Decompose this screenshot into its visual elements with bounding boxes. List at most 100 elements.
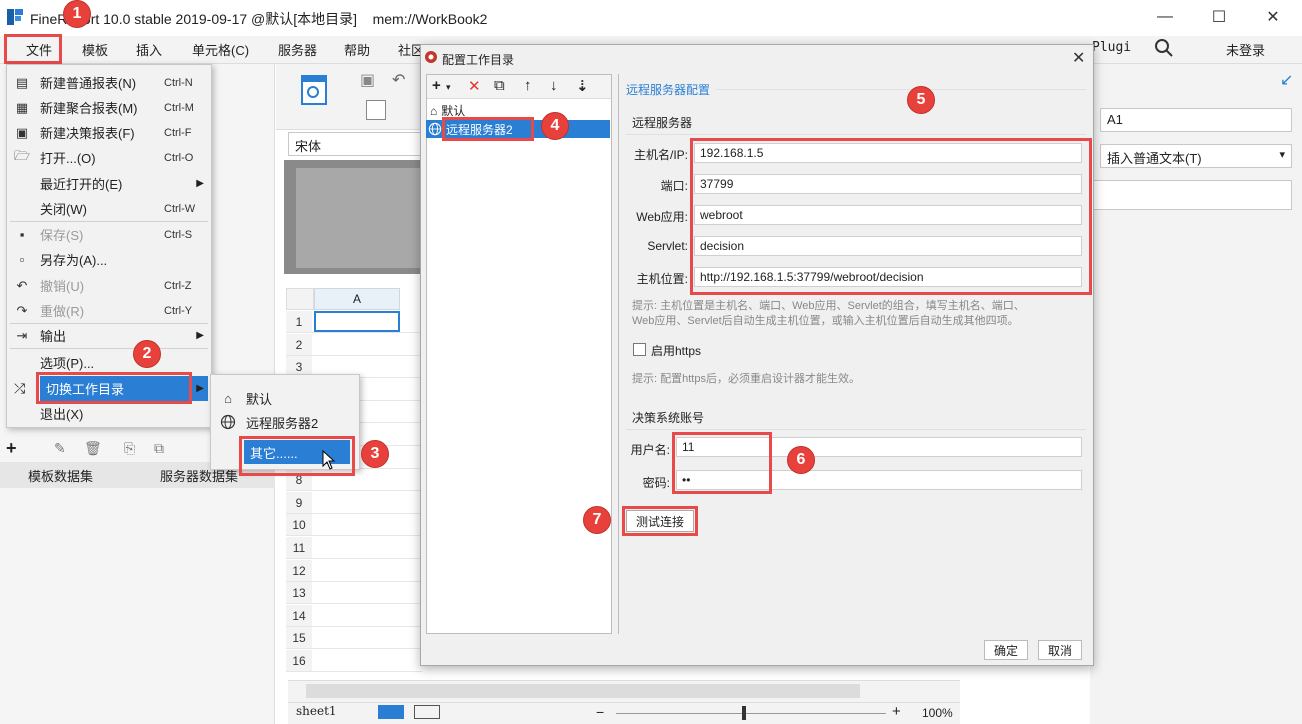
file-menu-item[interactable]: ▣ 新建决策报表(F) Ctrl-F [12, 120, 208, 145]
menu-insert[interactable]: 插入 [136, 40, 162, 59]
selected-cell[interactable] [314, 311, 400, 332]
edit-icon[interactable]: ✎ [54, 440, 66, 457]
insert-type-select[interactable]: 插入普通文本(T) ▾ [1100, 144, 1292, 168]
dialog-close-button[interactable]: ✕ [1072, 48, 1085, 68]
save-toolbar-icon[interactable]: ▣ [360, 70, 375, 90]
add-icon[interactable]: + [6, 438, 17, 459]
globe-icon [428, 122, 442, 136]
sort-icon[interactable]: ⇣ [576, 77, 589, 95]
search-icon[interactable] [1154, 38, 1174, 61]
submenu-default[interactable]: ⌂ 默认 [218, 386, 354, 410]
submenu-remote-label: 远程服务器2 [246, 415, 319, 431]
grid-row[interactable] [312, 492, 422, 514]
column-header-a[interactable]: A [314, 288, 400, 310]
close-window-button[interactable]: ✕ [1250, 0, 1296, 34]
menu-server[interactable]: 服务器 [278, 40, 317, 59]
grid-row[interactable] [312, 605, 422, 627]
cancel-button[interactable]: 取消 [1038, 640, 1082, 660]
maximize-button[interactable]: ☐ [1196, 0, 1242, 34]
row-header[interactable]: 16 [286, 650, 312, 672]
plugin-menu[interactable]: Plugi [1092, 40, 1131, 55]
file-menu-item[interactable]: ▪ 保存(S) Ctrl-S [12, 222, 208, 247]
file-menu-item[interactable]: ▦ 新建聚合报表(M) Ctrl-M [12, 95, 208, 120]
zoom-out-button[interactable]: − [596, 704, 604, 720]
file-menu-label: 保存(S) [40, 228, 84, 243]
add-sheet-icon[interactable] [378, 705, 404, 719]
folder-icon: 🗁 [13, 147, 31, 163]
row-header[interactable]: 15 [286, 627, 312, 650]
delete-directory-icon[interactable]: ✕ [468, 77, 481, 95]
copy-icon[interactable]: ⧉ [494, 77, 505, 94]
expand-icon[interactable]: ↙ [1280, 70, 1293, 90]
callout-5: 5 [907, 86, 935, 114]
window-title: FineReport 10.0 stable 2019-09-17 @默认[本地… [30, 11, 488, 27]
file-menu-item[interactable]: ⇥ 输出 ▶ [12, 323, 208, 348]
scrollbar-thumb[interactable] [306, 684, 860, 698]
font-select[interactable]: 宋体 [288, 132, 428, 156]
row-header[interactable]: 11 [286, 537, 312, 559]
switch-icon: ⤮ [14, 380, 26, 396]
menu-template[interactable]: 模板 [82, 40, 108, 59]
grid-icon[interactable] [366, 100, 386, 120]
tab-template-dataset[interactable]: 模板数据集 [28, 466, 93, 485]
file-menu-item[interactable]: ↷ 重做(R) Ctrl-Y [12, 298, 208, 323]
add-dropdown-icon[interactable]: ▾ [446, 82, 451, 93]
row-header[interactable]: 13 [286, 582, 312, 605]
file-menu-item[interactable]: 最近打开的(E) ▶ [12, 171, 208, 196]
minimize-button[interactable]: — [1142, 0, 1188, 34]
row-header[interactable]: 2 [286, 333, 312, 356]
undo-toolbar-icon[interactable]: ↶ [392, 70, 405, 90]
submenu-remote[interactable]: 远程服务器2 [218, 410, 354, 434]
file-menu-item[interactable]: 退出(X) [12, 401, 208, 426]
servlet-label: Servlet: [647, 239, 688, 253]
file-menu-item[interactable]: ▫ 另存为(A)... [12, 247, 208, 272]
zoom-in-button[interactable]: + [892, 703, 901, 720]
cell-content-editor[interactable] [1090, 180, 1292, 210]
callout-2: 2 [133, 340, 161, 368]
file-menu-label: 新建普通报表(N) [40, 76, 137, 91]
move-up-icon[interactable]: ↑ [524, 77, 532, 94]
https-checkbox[interactable] [633, 343, 646, 356]
login-link[interactable]: 未登录 [1226, 40, 1265, 59]
row-header[interactable]: 10 [286, 514, 312, 537]
file-menu-item[interactable]: 🗁 打开...(O) Ctrl-O [12, 145, 208, 170]
grid-row[interactable] [312, 627, 422, 650]
add-directory-icon[interactable]: + [432, 77, 441, 94]
menu-help[interactable]: 帮助 [344, 40, 370, 59]
corner-cell[interactable] [286, 288, 314, 310]
grid-row[interactable] [312, 334, 422, 356]
file-menu-item[interactable]: ▤ 新建普通报表(N) Ctrl-N [12, 70, 208, 95]
globe-icon [218, 413, 238, 431]
grid-row[interactable] [312, 514, 422, 537]
delete-icon[interactable]: 🗑 [84, 440, 102, 457]
zoom-slider-thumb[interactable] [742, 706, 746, 720]
menu-cell[interactable]: 单元格(C) [192, 40, 249, 59]
hint-location-line1: 提示: 主机位置是主机名、端口、Web应用、Servlet的组合，填写主机名、端… [632, 300, 1025, 312]
row-header[interactable]: 1 [286, 311, 312, 333]
cell-name-field[interactable]: A1 [1100, 108, 1292, 132]
submenu-default-label: 默认 [246, 391, 273, 407]
file-menu-shortcut: Ctrl-Y [164, 304, 193, 317]
move-down-icon[interactable]: ↓ [550, 77, 558, 94]
grid-row[interactable] [312, 560, 422, 582]
highlight-file-menu [4, 34, 62, 64]
file-menu-item[interactable]: ↶ 撤销(U) Ctrl-Z [12, 273, 208, 298]
grid-row[interactable] [312, 537, 422, 559]
refresh-icon[interactable]: ⧉ [154, 440, 164, 457]
row-header[interactable]: 12 [286, 559, 312, 582]
save-as-icon: ▫ [19, 252, 25, 267]
redo-icon: ↷ [16, 302, 28, 318]
file-menu-shortcut: Ctrl-F [164, 126, 192, 139]
zoom-slider[interactable] [616, 713, 886, 714]
add-poly-sheet-icon[interactable] [414, 705, 440, 719]
file-menu-item[interactable]: 关闭(W) Ctrl-W [12, 196, 208, 221]
grid-row[interactable] [312, 650, 422, 672]
row-header[interactable]: 9 [286, 491, 312, 514]
chevron-right-icon: ▶ [196, 330, 204, 341]
preview-icon[interactable] [300, 74, 328, 109]
grid-row[interactable] [312, 582, 422, 605]
ok-button[interactable]: 确定 [984, 640, 1028, 660]
row-header[interactable]: 14 [286, 604, 312, 627]
sheet-tab[interactable]: sheet1 [296, 704, 337, 718]
preview-data-icon[interactable]: ⎘ [124, 440, 135, 457]
